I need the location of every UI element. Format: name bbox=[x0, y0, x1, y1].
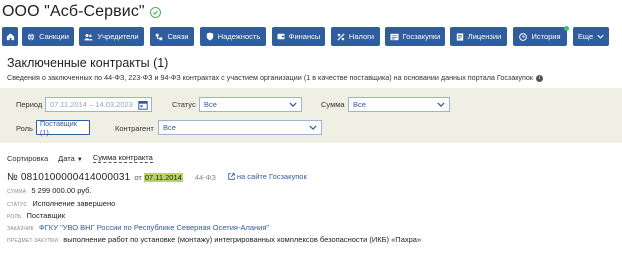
contragent-label: Контрагент bbox=[115, 124, 154, 133]
contract-status-value: Исполнение завершено bbox=[32, 199, 116, 208]
contract-subject-label: предмет закупки bbox=[7, 238, 59, 244]
sorting-row: Сортировка Дата ▼ Сумма контракта bbox=[7, 153, 153, 163]
more-button[interactable]: Еще bbox=[573, 27, 609, 46]
contract-from-label: от bbox=[134, 173, 142, 182]
contract-sum-row: сумма 5 299 000.00 руб. bbox=[7, 186, 92, 195]
sort-by-date-label: Дата bbox=[58, 153, 75, 163]
history-button[interactable]: История bbox=[513, 27, 567, 46]
status-select[interactable]: Все bbox=[199, 97, 302, 112]
verified-check-icon bbox=[149, 6, 161, 18]
calendar-icon[interactable] bbox=[138, 100, 148, 110]
section-subtitle: Сведения о заключенных по 44-ФЗ, 223-ФЗ … bbox=[7, 73, 544, 82]
home-icon bbox=[6, 33, 14, 41]
history-label: История bbox=[531, 32, 561, 41]
role-label: Роль bbox=[16, 124, 33, 133]
portal-link-label: на сайте Госзакупок bbox=[236, 172, 307, 181]
sum-value: Все bbox=[353, 100, 366, 109]
connections-label: Связи bbox=[167, 32, 189, 41]
contract-sum-label: сумма bbox=[7, 189, 27, 195]
tender-icon bbox=[390, 33, 399, 40]
users-icon bbox=[84, 33, 93, 40]
shield-icon bbox=[206, 32, 213, 41]
more-label: Еще bbox=[577, 32, 594, 41]
procurement-button[interactable]: Госзакупки bbox=[385, 27, 445, 46]
contract-subject-row: предмет закупки выполнение работ по уста… bbox=[7, 235, 421, 244]
contract-customer-label: заказчик bbox=[7, 226, 34, 232]
period-value: 07.11.2014 – 14.03.2023 bbox=[50, 100, 133, 109]
sorting-label: Сортировка bbox=[7, 153, 49, 163]
wallet-icon bbox=[277, 33, 285, 40]
contract-sum-value: 5 299 000.00 руб. bbox=[31, 186, 92, 195]
period-label: Период bbox=[16, 100, 43, 109]
contract-law: 44-ФЗ bbox=[194, 173, 216, 182]
contract-role-value: Поставщик bbox=[26, 211, 65, 220]
status-label: Статус bbox=[172, 100, 196, 109]
role-value: Поставщик (1) bbox=[40, 118, 77, 137]
sort-by-sum[interactable]: Сумма контракта bbox=[92, 153, 153, 163]
clock-icon bbox=[519, 32, 528, 41]
info-icon[interactable]: i bbox=[536, 74, 544, 82]
contract-header: № 0810100000414000031 от 07.11.2014 44-Ф… bbox=[7, 172, 307, 183]
contract-status-row: статус Исполнение завершено bbox=[7, 199, 115, 208]
taxes-button[interactable]: Налоги bbox=[331, 27, 380, 46]
chevron-down-icon bbox=[289, 102, 297, 107]
filter-panel: Период 07.11.2014 – 14.03.2023 Статус Вс… bbox=[0, 88, 622, 143]
role-filter-chip[interactable]: Поставщик (1) bbox=[36, 118, 90, 137]
globe-icon bbox=[27, 33, 35, 40]
reliability-button[interactable]: Надежность bbox=[200, 27, 266, 46]
section-title: Заключенные контракты (1) bbox=[7, 56, 169, 70]
chevron-down-icon bbox=[437, 102, 445, 107]
contract-date: 07.11.2014 bbox=[143, 173, 183, 182]
status-value: Все bbox=[204, 100, 217, 109]
finance-button[interactable]: Финансы bbox=[272, 27, 325, 46]
license-icon bbox=[456, 32, 463, 41]
licenses-button[interactable]: Лицензии bbox=[450, 27, 507, 46]
contract-role-label: роль bbox=[7, 214, 22, 220]
contract-status-label: статус bbox=[7, 202, 28, 208]
founders-button[interactable]: Учредители bbox=[79, 27, 144, 46]
link-icon bbox=[156, 33, 163, 40]
company-header: ООО "Асб-Сервис" bbox=[2, 2, 161, 22]
sum-select[interactable]: Все bbox=[348, 97, 450, 112]
contract-number[interactable]: № 0810100000414000031 bbox=[7, 172, 130, 183]
procurement-portal-link[interactable]: на сайте Госзакупок bbox=[228, 172, 307, 181]
contract-customer-row: заказчик ФГКУ "УВО ВНГ России по Республ… bbox=[7, 223, 269, 232]
founders-label: Учредители bbox=[97, 32, 139, 41]
contragent-select[interactable]: Все bbox=[158, 120, 322, 135]
section-nav: Санкции Учредители Связи Надежность Фина… bbox=[0, 27, 622, 46]
finance-label: Финансы bbox=[288, 32, 321, 41]
history-notification-dot bbox=[564, 26, 569, 31]
tax-icon bbox=[337, 32, 345, 41]
contract-customer-link[interactable]: ФГКУ "УВО ВНГ России по Республике Север… bbox=[39, 223, 269, 232]
chevron-down-icon bbox=[597, 34, 604, 39]
sanctions-button[interactable]: Санкции bbox=[22, 27, 74, 46]
period-date-range-input[interactable]: 07.11.2014 – 14.03.2023 bbox=[45, 97, 152, 112]
connections-button[interactable]: Связи bbox=[150, 27, 194, 46]
section-subtitle-text: Сведения о заключенных по 44-ФЗ, 223-ФЗ … bbox=[7, 73, 534, 82]
company-name: ООО "Асб-Сервис" bbox=[2, 3, 145, 20]
contragent-value: Все bbox=[163, 123, 176, 132]
chevron-down-icon bbox=[309, 125, 317, 130]
reliability-label: Надежность bbox=[217, 32, 261, 41]
sort-by-date[interactable]: Дата ▼ bbox=[58, 154, 83, 163]
contract-role-row: роль Поставщик bbox=[7, 211, 65, 220]
licenses-label: Лицензии bbox=[467, 32, 502, 41]
external-link-icon bbox=[228, 173, 235, 180]
home-button[interactable] bbox=[2, 27, 18, 46]
sum-label: Сумма bbox=[321, 100, 345, 109]
sort-desc-icon: ▼ bbox=[76, 156, 83, 163]
taxes-label: Налоги bbox=[348, 32, 375, 41]
procurement-label: Госзакупки bbox=[402, 32, 441, 41]
sanctions-label: Санкции bbox=[39, 32, 69, 41]
contract-subject-value: выполнение работ по установке (монтажу) … bbox=[63, 235, 422, 244]
